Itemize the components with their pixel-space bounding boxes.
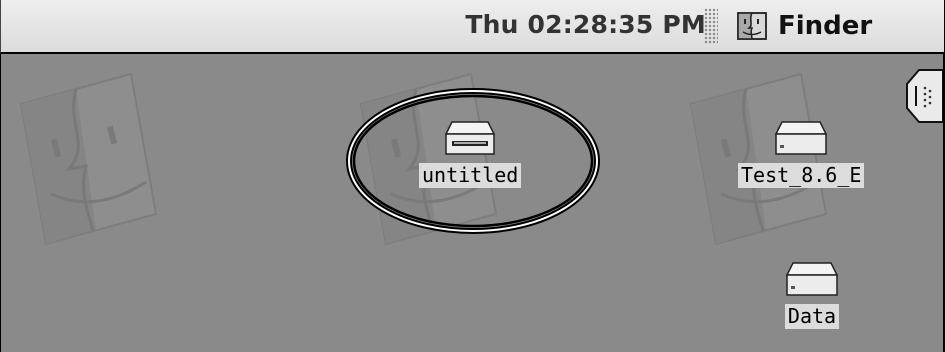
desktop-icon-label: Test_8.6_E bbox=[738, 163, 865, 188]
desktop-icon-label: Data bbox=[784, 304, 840, 329]
finder-face-icon bbox=[737, 12, 767, 40]
menu-bar: Thu 02:28:35 PM Finder bbox=[0, 0, 944, 54]
desktop-icon-untitled[interactable]: untitled bbox=[419, 118, 522, 188]
desktop-icon-test-8-6-e[interactable]: Test_8.6_E bbox=[738, 118, 865, 188]
menu-bar-clock[interactable]: Thu 02:28:35 PM bbox=[465, 10, 706, 39]
menu-bar-grip-handle[interactable] bbox=[704, 8, 718, 44]
hard-disk-icon bbox=[785, 262, 839, 296]
desktop-icon-data[interactable]: Data bbox=[781, 259, 843, 329]
application-menu[interactable]: Finder bbox=[736, 4, 872, 48]
hard-disk-icon bbox=[774, 121, 828, 155]
desktop-icon-label: untitled bbox=[419, 163, 522, 188]
mac-screen: Thu 02:28:35 PM Finder untitled Test_8.6… bbox=[0, 0, 945, 352]
control-strip-tab[interactable] bbox=[903, 68, 943, 124]
removable-disk-icon bbox=[444, 121, 496, 155]
application-menu-label: Finder bbox=[778, 11, 873, 41]
desktop[interactable]: untitled Test_8.6_E Data bbox=[1, 54, 943, 352]
